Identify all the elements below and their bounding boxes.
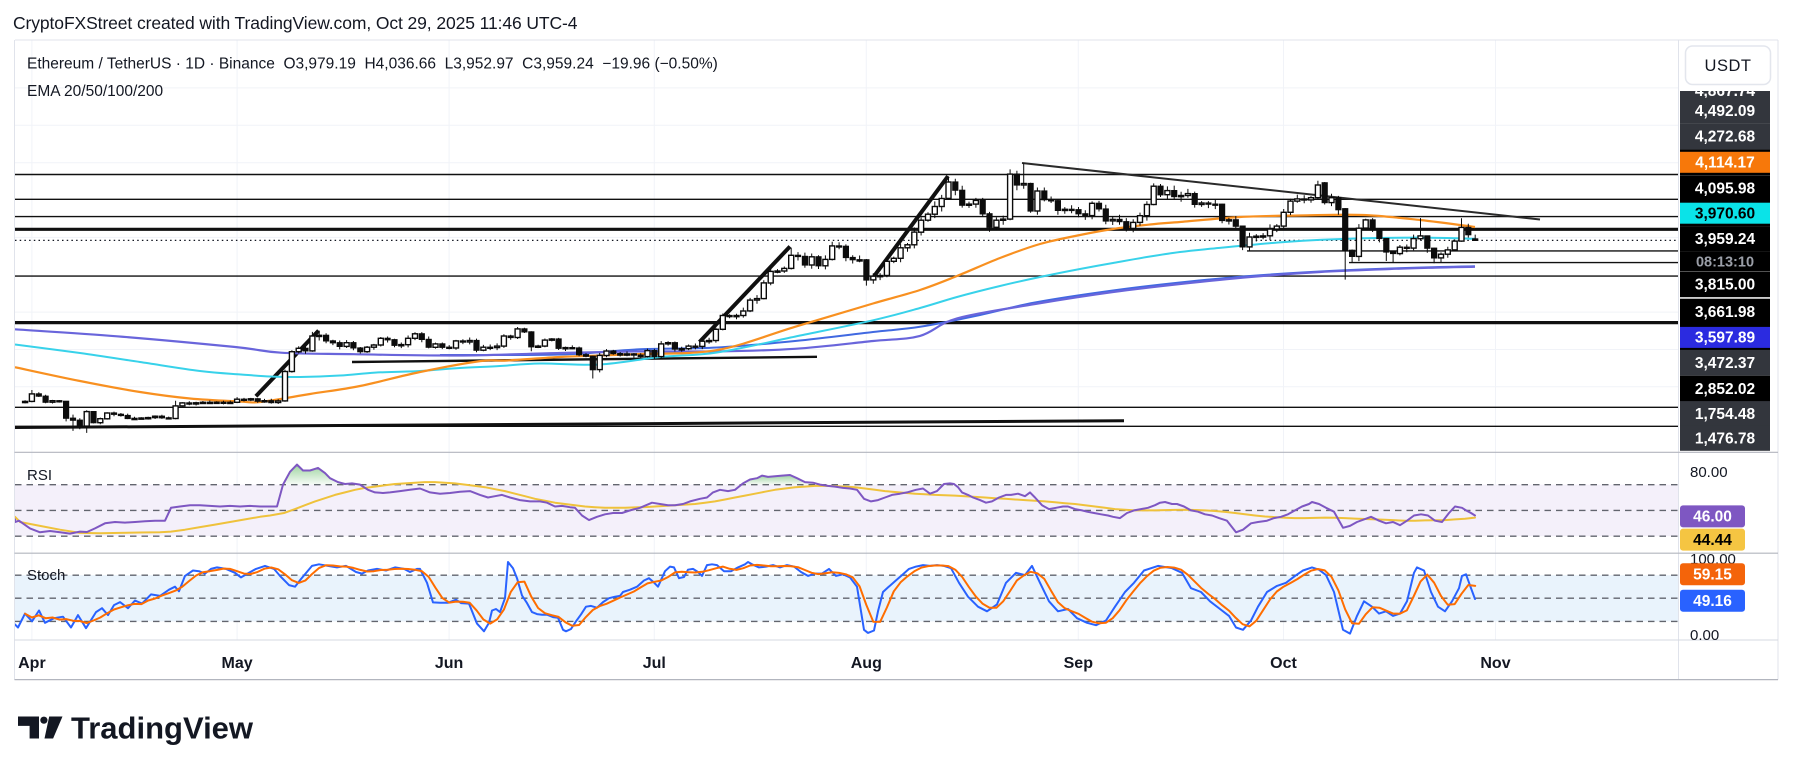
svg-text:3,970.60: 3,970.60 [1695, 205, 1755, 222]
svg-text:4,114.17: 4,114.17 [1695, 155, 1754, 172]
svg-text:TradingView: TradingView [71, 711, 254, 746]
svg-text:1,476.78: 1,476.78 [1695, 431, 1756, 448]
svg-text:44.44: 44.44 [1693, 532, 1732, 549]
svg-text:Oct: Oct [1270, 655, 1297, 672]
svg-text:1,754.48: 1,754.48 [1695, 406, 1756, 423]
svg-text:USDT: USDT [1705, 57, 1752, 75]
svg-text:Apr: Apr [18, 655, 46, 672]
svg-text:Nov: Nov [1480, 655, 1510, 672]
svg-text:80.00: 80.00 [1690, 464, 1728, 481]
svg-text:May: May [222, 655, 253, 672]
svg-text:3,959.24: 3,959.24 [1695, 231, 1756, 248]
svg-text:46.00: 46.00 [1693, 509, 1732, 526]
svg-text:59.15: 59.15 [1693, 566, 1732, 583]
svg-text:4,095.98: 4,095.98 [1695, 180, 1756, 197]
svg-text:RSI: RSI [27, 467, 52, 484]
svg-text:Ethereum / TetherUS · 1D · Bin: Ethereum / TetherUS · 1D · Binance O3,97… [27, 56, 718, 73]
svg-text:3,472.37: 3,472.37 [1695, 355, 1755, 372]
svg-text:0.00: 0.00 [1690, 627, 1719, 644]
svg-text:4,492.09: 4,492.09 [1695, 103, 1756, 120]
svg-text:3,815.00: 3,815.00 [1695, 277, 1755, 294]
svg-text:EMA 20/50/100/200: EMA 20/50/100/200 [27, 83, 164, 100]
svg-text:3,661.98: 3,661.98 [1695, 304, 1756, 321]
svg-text:Aug: Aug [851, 655, 882, 672]
svg-text:Stoch: Stoch [27, 567, 65, 584]
svg-text:3,597.89: 3,597.89 [1695, 330, 1756, 347]
svg-text:CryptoFXStreet created with Tr: CryptoFXStreet created with TradingView.… [13, 13, 578, 33]
svg-text:Jun: Jun [435, 655, 463, 672]
svg-text:Jul: Jul [643, 655, 666, 672]
svg-text:2,852.02: 2,852.02 [1695, 381, 1755, 398]
svg-text:49.16: 49.16 [1693, 593, 1732, 610]
svg-text:4,272.68: 4,272.68 [1695, 129, 1756, 146]
svg-text:Sep: Sep [1064, 655, 1094, 672]
svg-text:08:13:10: 08:13:10 [1696, 255, 1754, 271]
